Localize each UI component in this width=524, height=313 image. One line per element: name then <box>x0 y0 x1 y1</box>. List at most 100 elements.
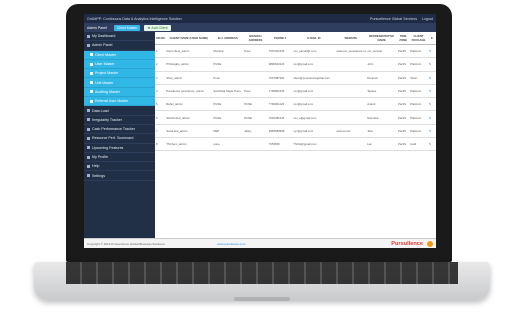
table-cell: Platinum <box>409 44 428 59</box>
table-cell: 7760901123 <box>267 97 293 112</box>
company-name: Pursuellence Global Services <box>370 16 417 21</box>
table-cell: PUNE <box>243 110 268 125</box>
sidebar-item-label: My Profile <box>92 155 108 159</box>
table-cell: Pursulence pursulence_admin <box>165 84 213 99</box>
table-cell: Pacific <box>397 110 410 125</box>
table-cell: 2 <box>155 57 166 72</box>
table-cell: xxx@gmail.com <box>292 97 336 112</box>
table-row: 4 Pursulence pursulence_admin Sambhaji Nag… <box>155 84 436 99</box>
table-cell: John <box>366 57 397 72</box>
edit-icon[interactable]: ✎ <box>427 84 436 99</box>
edit-icon[interactable]: ✎ <box>427 137 436 152</box>
table-cell: Anand <box>366 97 397 112</box>
table-cell: xxx@gmail.com <box>292 57 336 72</box>
edit-icon[interactable]: ✎ <box>427 71 436 85</box>
add-client-button[interactable]: ⊕ Add Client <box>144 24 171 31</box>
sidebar-item[interactable]: Help <box>84 162 155 172</box>
table-row: 7 Swati test_admin NEP Jaltoy 9966583999 xyz@… <box>155 124 436 139</box>
sidebar-item[interactable]: Settings <box>84 171 155 181</box>
sidebar-item[interactable]: Unit Master <box>84 78 155 88</box>
table-cell: PUNE <box>243 97 268 112</box>
table-cell: 7007087391 <box>267 71 293 85</box>
sidebar-item-label: Unit Master <box>95 80 114 85</box>
table-cell: 7653650 <box>267 137 293 152</box>
table-cell <box>335 110 367 125</box>
table-cell: Mumbai <box>212 44 244 59</box>
sidebar-item[interactable]: My Dashboard <box>84 32 155 42</box>
table-cell: Silver <box>409 71 428 85</box>
sidebar-item[interactable]: Client Master <box>84 50 155 60</box>
table-cell: Gold <box>409 137 428 152</box>
table-cell: TSCH@gmail.com <box>292 137 336 152</box>
menu-icon <box>87 136 90 140</box>
table-cell: SHAGrobal_admin <box>165 110 213 125</box>
sidebar-item[interactable]: Data Load <box>84 106 155 116</box>
table-cell: client client_admin <box>165 44 213 59</box>
sidebar-item[interactable]: Resource Perf. Scorecard <box>84 134 155 144</box>
sidebar-item[interactable]: Auditing Master <box>84 87 155 98</box>
table-cell: PSIGwgbe_admin <box>165 57 213 72</box>
sidebar-item[interactable]: Admin Panel <box>84 41 155 51</box>
sidebar-item-label: Project Master <box>95 71 119 76</box>
table-cell: 1 <box>155 44 166 59</box>
table-row: 5 Rahul_admin PUNE PUNE 7760901123 xxx@gmail.… <box>155 97 436 112</box>
app-subbar: Admin Panel Client Master ⊕ Add Client <box>84 23 436 32</box>
table-cell: Pune <box>243 44 268 59</box>
table-cell: Sambhaji Nagar Pune <box>212 84 244 99</box>
table-cell: 4 <box>155 84 166 99</box>
table-cell: Platinum <box>409 84 428 99</box>
table-row: 6 SHAGrobal_admin PUNE PUNE 7040481234 xxx_a@… <box>155 110 436 125</box>
table-cell: Rahul_admin <box>165 97 213 112</box>
client-master-tab[interactable]: Client Master <box>113 24 141 31</box>
column-header: CLIENT PACKAGE <box>409 32 428 45</box>
sidebar-item[interactable]: Cash Performance Tracker <box>84 125 155 135</box>
table-cell: Pacific <box>397 124 410 139</box>
table-cell: xxx_a@gmail.com <box>292 110 336 125</box>
table-cell: Platinum <box>409 57 428 72</box>
sidebar-item[interactable]: Project Master <box>84 69 155 79</box>
edit-icon[interactable]: ✎ <box>427 44 436 59</box>
table-cell: xxx_gamail@.com <box>292 44 336 59</box>
table-cell: pune <box>212 137 244 152</box>
logout-link[interactable]: Logout <box>422 17 433 21</box>
menu-icon <box>87 127 90 131</box>
sidebar-item-label: Client Master <box>95 52 117 57</box>
table-cell: Tapase <box>366 84 397 99</box>
menu-icon <box>90 71 93 75</box>
laptop-screen: GrAMPP: Continuous Data & Analytics Inte… <box>84 14 436 248</box>
table-cell: www.xxx_pursulence.com <box>335 44 367 59</box>
sidebar-item-label: Resource Perf. Scorecard <box>92 136 134 141</box>
sidebar-item[interactable]: Upcoming Features <box>84 144 155 153</box>
table-row: 2 PSIGwgbe_admin PUNE 9890640123 xxx@gmail.c… <box>155 57 436 72</box>
table-cell: 9966583999 <box>267 124 293 139</box>
app-title: GrAMPP: Continuous Data & Analytics Inte… <box>87 16 182 21</box>
sidebar-item[interactable]: User Master <box>84 59 155 70</box>
sidebar-item-label: Admin Panel <box>92 43 113 48</box>
brand-logo-icon <box>427 240 433 247</box>
sidebar-item-label: Irregularity Tracker <box>92 117 122 122</box>
table-cell: Pacific <box>397 71 410 85</box>
add-client-label: Add Client <box>151 25 168 30</box>
table-cell: NEP <box>212 124 244 139</box>
laptop-keyboard <box>66 262 458 284</box>
main-content: SR.NO. CLIENT NAME (USER NAME) B.U. ADDRES… <box>155 32 436 238</box>
edit-icon[interactable]: ✎ <box>427 97 436 112</box>
edit-icon[interactable]: ✎ <box>427 110 436 125</box>
copyright-text: Copyright © 2016 PursueVence Global Busi… <box>87 241 166 246</box>
table-body: 1 client client_admin Mumbai Pune 7507041234… <box>155 44 436 152</box>
edit-icon[interactable]: ✎ <box>427 124 436 139</box>
menu-icon <box>87 174 90 178</box>
table-cell: Platinum <box>409 124 428 139</box>
edit-icon[interactable]: ✎ <box>427 57 436 72</box>
table-cell: 7507041234 <box>267 44 293 59</box>
table-cell: Platinum <box>409 97 428 112</box>
sidebar-item-label: Cash Performance Tracker <box>92 127 135 132</box>
sidebar-item[interactable]: My Profile <box>84 153 155 163</box>
table-cell: xyz@gmail.com <box>292 124 336 139</box>
column-header: BRANCH ADDRESS <box>243 32 268 45</box>
column-header: SR.NO. <box>155 32 166 45</box>
sidebar-item[interactable]: Referral User Master <box>84 97 155 107</box>
table-cell: Pacific <box>397 44 410 59</box>
sidebar-item[interactable]: Irregularity Tracker <box>84 116 155 125</box>
website-link[interactable]: www.pursulence.com <box>217 242 337 246</box>
